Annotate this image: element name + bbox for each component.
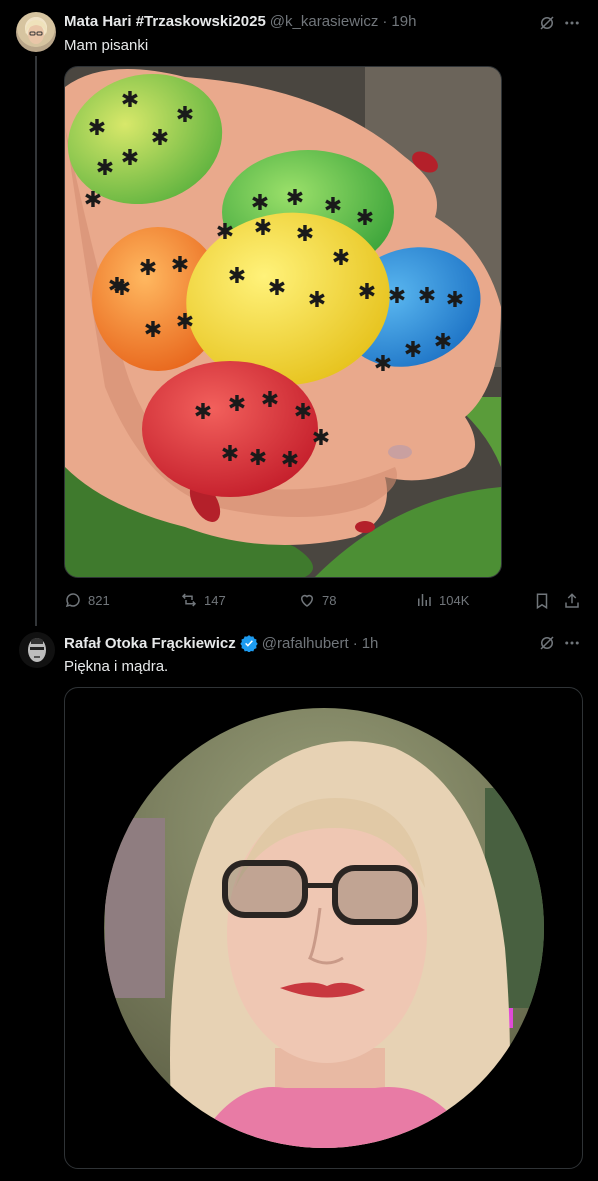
svg-text:✱: ✱ (194, 400, 212, 425)
svg-text:✱: ✱ (121, 146, 139, 171)
tweet1-photo[interactable]: ✱ ✱ ✱ ✱ ✱ ✱ ✱ ✱ ✱ ✱ ✱ ✱ ✱ ✱ ✱ ✱ ✱ ✱ ✱ ✱ ✱ ✱ ✱ ✱ ✱ ✱ ✱ ✱ ✱ ✱ ✱ ✱ ✱… (64, 66, 502, 578)
svg-text:✱: ✱ (139, 256, 157, 281)
svg-text:✱: ✱ (228, 392, 246, 417)
svg-text:✱: ✱ (88, 116, 106, 141)
svg-text:✱: ✱ (388, 284, 406, 309)
tweet-time[interactable]: 1h (362, 635, 379, 652)
author-handle[interactable]: @rafalhubert (262, 635, 349, 652)
views-button[interactable]: 104K (415, 591, 469, 609)
easter-eggs-image: ✱✱✱ ✱✱✱✱ ✱ ✱ ✱ ✱ ✱✱ ✱✱ ✱✱ ✱ ✱ ✱ ✱ ✱ ✱✱✱ ✱ ✱ ✱✱ ✱✱ ✱ ✱… (65, 67, 501, 577)
svg-text:✱: ✱ (249, 446, 267, 471)
svg-text:✱: ✱ (308, 288, 326, 313)
reply-icon (65, 593, 80, 608)
grok-icon[interactable] (536, 12, 558, 34)
svg-text:✱: ✱ (332, 246, 350, 271)
svg-text:✱: ✱ (281, 448, 299, 473)
svg-text:✱: ✱ (113, 276, 131, 301)
tweet1-header: Mata Hari #Trzaskowski2025 @k_karasiewic… (64, 13, 416, 30)
like-button[interactable]: 78 (298, 591, 336, 609)
svg-text:✱: ✱ (434, 330, 452, 355)
svg-text:✱: ✱ (254, 216, 272, 241)
svg-text:✱: ✱ (356, 206, 374, 231)
svg-text:✱: ✱ (176, 310, 194, 335)
svg-text:✱: ✱ (171, 253, 189, 278)
bookmark-icon[interactable] (531, 590, 553, 612)
svg-text:✱: ✱ (251, 191, 269, 216)
svg-text:✱: ✱ (418, 284, 436, 309)
verified-badge-icon (240, 635, 258, 652)
reply-button[interactable]: 821 (64, 591, 110, 609)
grok-icon[interactable] (536, 632, 558, 654)
svg-text:✱: ✱ (144, 318, 162, 343)
tweet2-photo[interactable] (64, 687, 583, 1169)
svg-text:✱: ✱ (216, 220, 234, 245)
more-options-icon[interactable] (561, 632, 583, 654)
repost-icon (181, 593, 197, 607)
svg-text:✱: ✱ (312, 426, 330, 451)
svg-text:✱: ✱ (84, 188, 102, 213)
thread-connector-line (35, 56, 37, 626)
svg-text:✱: ✱ (221, 442, 239, 467)
svg-text:✱: ✱ (324, 194, 342, 219)
tweet1-text: Mam pisanki (64, 37, 149, 54)
svg-text:✱: ✱ (296, 222, 314, 247)
svg-text:✱: ✱ (358, 280, 376, 305)
avatar-face-icon (28, 638, 46, 662)
svg-text:✱: ✱ (228, 264, 246, 289)
portrait-image (104, 708, 544, 1148)
like-count: 78 (322, 592, 337, 608)
svg-text:✱: ✱ (121, 88, 139, 113)
svg-text:✱: ✱ (374, 352, 392, 377)
tweet2-header: Rafał Otoka Frąckiewicz @rafalhubert · 1… (64, 634, 378, 652)
svg-text:✱: ✱ (176, 103, 194, 128)
tweet2-text: Piękna i mądra. (64, 658, 169, 675)
avatar-mata-hari[interactable] (16, 12, 56, 52)
svg-text:✱: ✱ (404, 338, 422, 363)
share-icon[interactable] (561, 590, 583, 612)
views-chart-icon (418, 594, 431, 606)
view-count: 104K (439, 592, 470, 608)
more-options-icon[interactable] (561, 12, 583, 34)
avatar-face-icon (25, 20, 47, 44)
separator-dot: · (382, 13, 388, 30)
author-name[interactable]: Mata Hari #Trzaskowski2025 (64, 13, 266, 30)
svg-text:✱: ✱ (294, 400, 312, 425)
author-handle[interactable]: @k_karasiewicz (270, 13, 379, 30)
tweet-time[interactable]: 19h (391, 13, 416, 30)
svg-text:✱: ✱ (151, 126, 169, 151)
repost-count: 147 (204, 592, 226, 608)
svg-text:✱: ✱ (268, 276, 286, 301)
reply-count: 821 (88, 592, 110, 608)
avatar-rafal[interactable] (19, 632, 55, 668)
repost-button[interactable]: 147 (180, 591, 226, 609)
svg-text:✱: ✱ (286, 186, 304, 211)
separator-dot: · (352, 634, 358, 652)
heart-icon (300, 594, 314, 607)
svg-text:✱: ✱ (446, 288, 464, 313)
svg-text:✱: ✱ (96, 156, 114, 181)
author-name[interactable]: Rafał Otoka Frąckiewicz (64, 635, 236, 652)
svg-text:✱: ✱ (261, 388, 279, 413)
